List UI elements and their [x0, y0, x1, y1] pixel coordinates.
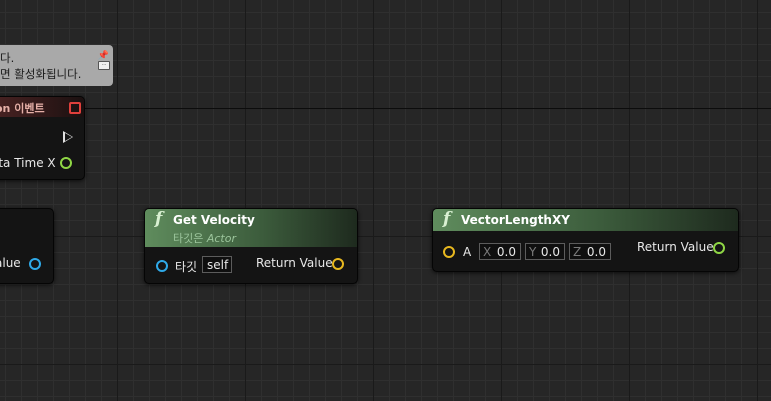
vector-length-return-pin[interactable] — [713, 242, 725, 254]
target-label: 타깃 — [175, 260, 198, 274]
comment-bubble-icon[interactable]: ... — [98, 61, 110, 70]
get-velocity-return-pin[interactable] — [332, 258, 344, 270]
event-close-icon[interactable] — [69, 102, 81, 114]
vector-y-field[interactable]: Y 0.0 — [525, 243, 565, 260]
target-input-pin[interactable] — [156, 260, 168, 272]
vector-length-node[interactable]: f VectorLengthXY A X 0.0 Y 0.0 Z 0.0 Return… — [432, 208, 739, 272]
get-velocity-subtitle: 타깃은 Actor — [173, 232, 236, 245]
get-velocity-return-label: Return Value — [256, 256, 333, 270]
get-velocity-header[interactable]: f Get Velocity 타깃은 Actor — [145, 209, 357, 247]
get-velocity-node[interactable]: f Get Velocity 타깃은 Actor 타깃 self Return … — [144, 208, 358, 284]
vector-a-input-pin[interactable] — [443, 246, 455, 258]
partial-output-pin[interactable] — [29, 258, 41, 270]
vector-a-label: A — [463, 245, 472, 259]
event-node-title: on 이벤트 — [0, 102, 45, 115]
exec-output-pin[interactable] — [63, 131, 73, 143]
partial-node-pin-label: alue — [0, 256, 21, 270]
comment-line-2: 면 활성화됩니다. — [0, 67, 82, 81]
graph-origin-line — [0, 108, 771, 109]
comment-line-1: 다. — [0, 51, 15, 65]
function-icon: f — [443, 209, 451, 229]
event-delta-time-label: lta Time X — [0, 156, 56, 170]
partial-node[interactable]: alue — [0, 208, 54, 284]
delta-time-pin[interactable] — [60, 157, 72, 169]
comment-box[interactable]: 다. 면 활성화됩니다. 📌 ... — [0, 45, 113, 86]
vector-length-header[interactable]: f VectorLengthXY — [433, 209, 738, 231]
target-self-field[interactable]: self — [202, 256, 232, 273]
vector-z-field[interactable]: Z 0.0 — [569, 243, 611, 260]
function-icon: f — [155, 209, 163, 229]
event-node-header[interactable]: on 이벤트 — [0, 97, 84, 117]
get-velocity-title: Get Velocity — [173, 213, 255, 227]
vector-x-field[interactable]: X 0.0 — [479, 243, 521, 260]
event-node[interactable]: on 이벤트 lta Time X — [0, 96, 85, 180]
vector-length-return-label: Return Value — [637, 240, 714, 254]
vector-length-title: VectorLengthXY — [461, 213, 570, 227]
